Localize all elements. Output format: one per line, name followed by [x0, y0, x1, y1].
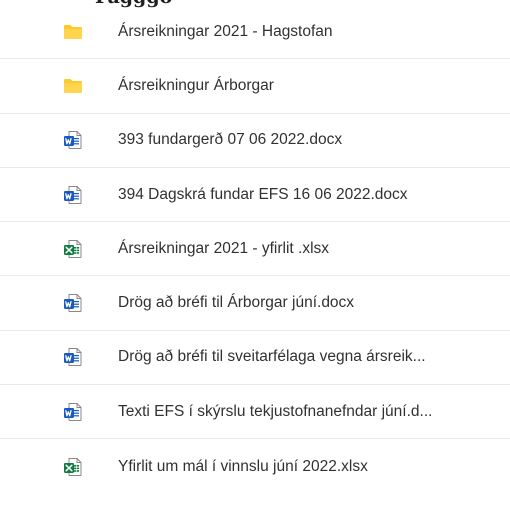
excel-sheet-icon [63, 457, 83, 477]
file-name: Drög að bréfi til sveitarfélaga vegna ár… [118, 348, 426, 366]
file-name: 393 fundargerð 07 06 2022.docx [118, 131, 343, 149]
word-doc-icon [63, 402, 83, 422]
folder-icon [63, 22, 83, 42]
file-name: 394 Dagskrá fundar EFS 16 06 2022.docx [118, 185, 408, 203]
file-name: Ársreikningar 2021 - Hagstofan [118, 22, 333, 40]
list-item[interactable]: Texti EFS í skýrslu tekjustofnanefndar j… [0, 385, 510, 440]
list-item[interactable]: 393 fundargerð 07 06 2022.docx [0, 114, 510, 168]
word-doc-icon [63, 293, 83, 313]
list-item[interactable]: Drög að bréfi til Árborgar júní.docx [0, 276, 510, 331]
folder-icon [63, 76, 83, 96]
file-name: Ársreikningar 2021 - yfirlit .xlsx [118, 239, 330, 257]
file-name: Ársreikningur Árborgar [118, 76, 274, 94]
excel-sheet-icon [63, 239, 83, 259]
file-list: Ársreikningar 2021 - Hagstofan Ársreikni… [0, 5, 510, 494]
list-item[interactable]: Ársreikningar 2021 - Hagstofan [0, 5, 510, 60]
file-name: Yfirlit um mál í vinnslu júní 2022.xlsx [118, 457, 368, 475]
word-doc-icon [63, 130, 83, 150]
file-name: Drög að bréfi til Árborgar júní.docx [118, 294, 355, 312]
list-item[interactable]: Yfirlit um mál í vinnslu júní 2022.xlsx [0, 439, 510, 493]
file-name: Texti EFS í skýrslu tekjustofnanefndar j… [118, 402, 433, 420]
list-item[interactable]: Drög að bréfi til sveitarfélaga vegna ár… [0, 331, 510, 386]
word-doc-icon [63, 185, 83, 205]
list-item[interactable]: 394 Dagskrá fundar EFS 16 06 2022.docx [0, 168, 510, 223]
list-item[interactable]: Ársreikningar 2021 - yfirlit .xlsx [0, 222, 510, 277]
word-doc-icon [63, 347, 83, 367]
list-item[interactable]: Ársreikningur Árborgar [0, 59, 510, 114]
